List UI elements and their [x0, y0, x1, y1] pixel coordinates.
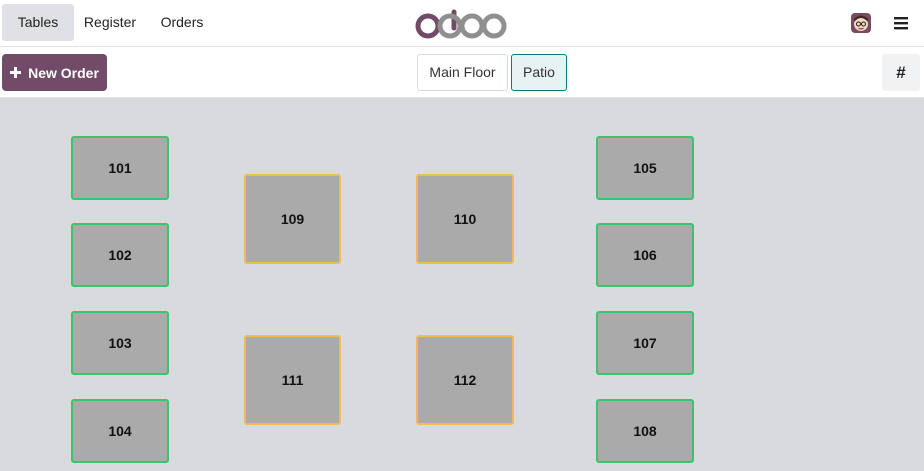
table-number-button[interactable]: #	[882, 54, 920, 91]
table-104[interactable]: 104	[71, 399, 169, 463]
table-102[interactable]: 102	[71, 223, 169, 287]
table-109[interactable]: 109	[244, 174, 341, 264]
floor-main-floor-button[interactable]: Main Floor	[417, 54, 508, 91]
table-112[interactable]: 112	[416, 335, 514, 425]
table-101[interactable]: 101	[71, 136, 169, 200]
table-105[interactable]: 105	[596, 136, 694, 200]
plus-icon	[10, 67, 22, 78]
floor-patio-button[interactable]: Patio	[511, 54, 567, 91]
table-106[interactable]: 106	[596, 223, 694, 287]
table-108[interactable]: 108	[596, 399, 694, 463]
table-110[interactable]: 110	[416, 174, 514, 264]
table-111[interactable]: 111	[244, 335, 341, 425]
floor-plan: 101 102 103 104 105 106 107 108 109 110 …	[0, 98, 924, 471]
new-order-label: New Order	[28, 64, 99, 81]
odoo-logo	[415, 9, 507, 39]
table-107[interactable]: 107	[596, 311, 694, 375]
new-order-button[interactable]: New Order	[2, 54, 107, 91]
nav-tab-tables[interactable]: Tables	[2, 4, 74, 41]
top-navbar: Tables Register Orders	[0, 0, 924, 47]
nav-tab-orders[interactable]: Orders	[152, 4, 212, 41]
avatar-icon[interactable]	[851, 13, 871, 33]
table-103[interactable]: 103	[71, 311, 169, 375]
nav-tab-register[interactable]: Register	[78, 4, 142, 41]
floor-toolbar: New Order Main Floor Patio #	[0, 47, 924, 98]
hamburger-menu-icon[interactable]	[892, 14, 910, 32]
